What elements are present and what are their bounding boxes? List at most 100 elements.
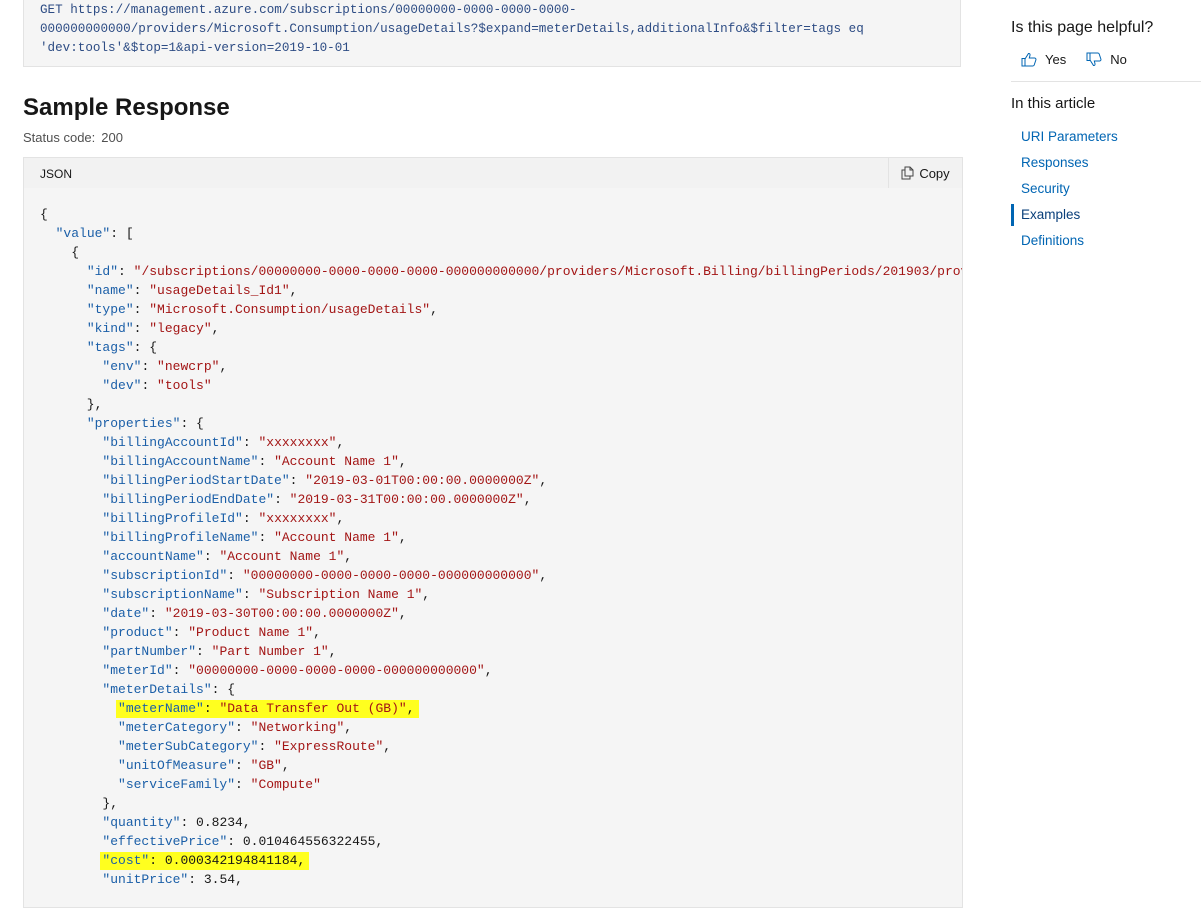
no-button[interactable]: No <box>1086 52 1127 67</box>
json-punctuation: : <box>235 777 251 792</box>
json-key: "subscriptionId" <box>102 568 228 583</box>
json-punctuation <box>40 625 102 640</box>
json-string: "Account Name 1" <box>274 530 399 545</box>
code-line: "serviceFamily": "Compute" <box>40 775 962 794</box>
code-line: "value": [ <box>40 224 962 243</box>
json-punctuation: : <box>258 454 275 469</box>
yes-button[interactable]: Yes <box>1021 52 1066 67</box>
request-line-3: 'dev:tools'&$top=1&api-version=2019-10-0… <box>40 41 350 55</box>
json-punctuation: , <box>422 587 431 602</box>
json-number: 0.000342194841184 <box>164 853 298 868</box>
json-string: "usageDetails_Id1" <box>149 283 290 298</box>
code-line: "subscriptionId": "00000000-0000-0000-00… <box>40 566 962 585</box>
code-line: "subscriptionName": "Subscription Name 1… <box>40 585 962 604</box>
json-punctuation <box>40 606 102 621</box>
json-punctuation: , <box>289 283 298 298</box>
json-string: "Networking" <box>250 720 345 735</box>
code-line: "billingAccountId": "xxxxxxxx", <box>40 433 962 452</box>
json-string: "ExpressRoute" <box>274 739 384 754</box>
json-key: "meterName" <box>118 701 204 716</box>
json-punctuation: : { <box>211 682 236 697</box>
json-punctuation: , <box>383 739 392 754</box>
code-line: }, <box>40 395 962 414</box>
code-line: "billingAccountName": "Account Name 1", <box>40 452 962 471</box>
json-punctuation: : <box>258 739 275 754</box>
json-string: "2019-03-30T00:00:00.0000000Z" <box>164 606 399 621</box>
json-punctuation: : { <box>180 416 204 431</box>
json-punctuation: , <box>242 815 251 830</box>
json-punctuation: : <box>242 587 259 602</box>
json-punctuation: , <box>539 568 548 583</box>
json-string: "Microsoft.Consumption/usageDetails" <box>149 302 431 317</box>
json-punctuation <box>40 473 102 488</box>
highlight-mark: "cost": 0.000342194841184, <box>100 852 310 870</box>
json-punctuation: }, <box>40 397 103 412</box>
json-key: "value" <box>55 226 111 241</box>
json-punctuation <box>40 226 56 241</box>
json-punctuation <box>40 758 118 773</box>
sidebar-divider <box>1011 81 1201 82</box>
feedback-title: Is this page helpful? <box>1011 19 1154 36</box>
toc-item-security[interactable]: Security <box>1011 178 1118 200</box>
json-key: "billingProfileName" <box>102 530 259 545</box>
highlight-mark: "meterName": "Data Transfer Out (GB)", <box>116 700 419 718</box>
json-key: "cost" <box>102 853 150 868</box>
request-line-2: 000000000000/providers/Microsoft.Consump… <box>40 22 864 36</box>
code-header: JSON Copy <box>23 157 963 189</box>
json-punctuation: : <box>227 834 243 849</box>
json-key: "quantity" <box>102 815 181 830</box>
json-key: "properties" <box>86 416 181 431</box>
json-punctuation: , <box>523 492 532 507</box>
json-punctuation: , <box>539 473 548 488</box>
code-line: "meterId": "00000000-0000-0000-0000-0000… <box>40 661 962 680</box>
copy-button[interactable]: Copy <box>888 158 962 188</box>
json-key: "kind" <box>86 321 134 336</box>
json-key: "billingPeriodEndDate" <box>102 492 275 507</box>
code-line: "billingPeriodEndDate": "2019-03-31T00:0… <box>40 490 962 509</box>
json-key: "tags" <box>86 340 134 355</box>
json-punctuation <box>40 511 102 526</box>
json-string: "Data Transfer Out (GB)" <box>219 701 407 716</box>
json-punctuation: , <box>344 549 353 564</box>
json-punctuation: : <box>235 758 251 773</box>
toc-item-definitions[interactable]: Definitions <box>1011 230 1118 252</box>
toc-item-responses[interactable]: Responses <box>1011 152 1118 174</box>
json-punctuation <box>40 492 102 507</box>
toc-item-uri-parameters[interactable]: URI Parameters <box>1011 126 1118 148</box>
article-toc: URI Parameters Responses Security Exampl… <box>1011 126 1118 256</box>
code-line: "billingProfileId": "xxxxxxxx", <box>40 509 962 528</box>
json-key: "name" <box>86 283 134 298</box>
json-punctuation: , <box>430 302 438 317</box>
json-punctuation: , <box>281 758 290 773</box>
json-key: "accountName" <box>102 549 204 564</box>
json-punctuation <box>40 682 102 697</box>
json-punctuation: , <box>235 872 243 887</box>
json-punctuation <box>40 340 87 355</box>
code-line: "properties": { <box>40 414 962 433</box>
json-number: 0.8234 <box>196 815 243 830</box>
code-line: "date": "2019-03-30T00:00:00.0000000Z", <box>40 604 962 623</box>
in-this-article-title: In this article <box>1011 95 1096 112</box>
json-punctuation <box>40 872 102 887</box>
json-punctuation: : <box>235 720 251 735</box>
json-punctuation: : <box>149 606 165 621</box>
json-punctuation <box>40 321 87 336</box>
json-string: "/subscriptions/00000000-0000-0000-0000-… <box>133 264 962 279</box>
json-string: "GB" <box>250 758 282 773</box>
json-punctuation <box>40 302 87 317</box>
json-string: "xxxxxxxx" <box>258 511 337 526</box>
json-key: "type" <box>86 302 134 317</box>
code-line: "quantity": 0.8234, <box>40 813 962 832</box>
json-key: "billingProfileId" <box>102 511 243 526</box>
toc-item-examples[interactable]: Examples <box>1011 204 1118 226</box>
json-punctuation <box>40 549 102 564</box>
status-label: Status code: <box>23 130 96 145</box>
json-punctuation: { <box>40 207 48 222</box>
json-punctuation: : <box>149 853 165 868</box>
json-punctuation: : <box>133 283 150 298</box>
json-string: "Subscription Name 1" <box>258 587 423 602</box>
code-line: "unitOfMeasure": "GB", <box>40 756 962 775</box>
json-key: "meterDetails" <box>102 682 212 697</box>
json-string: "00000000-0000-0000-0000-000000000000" <box>242 568 540 583</box>
code-line: { <box>40 243 962 262</box>
